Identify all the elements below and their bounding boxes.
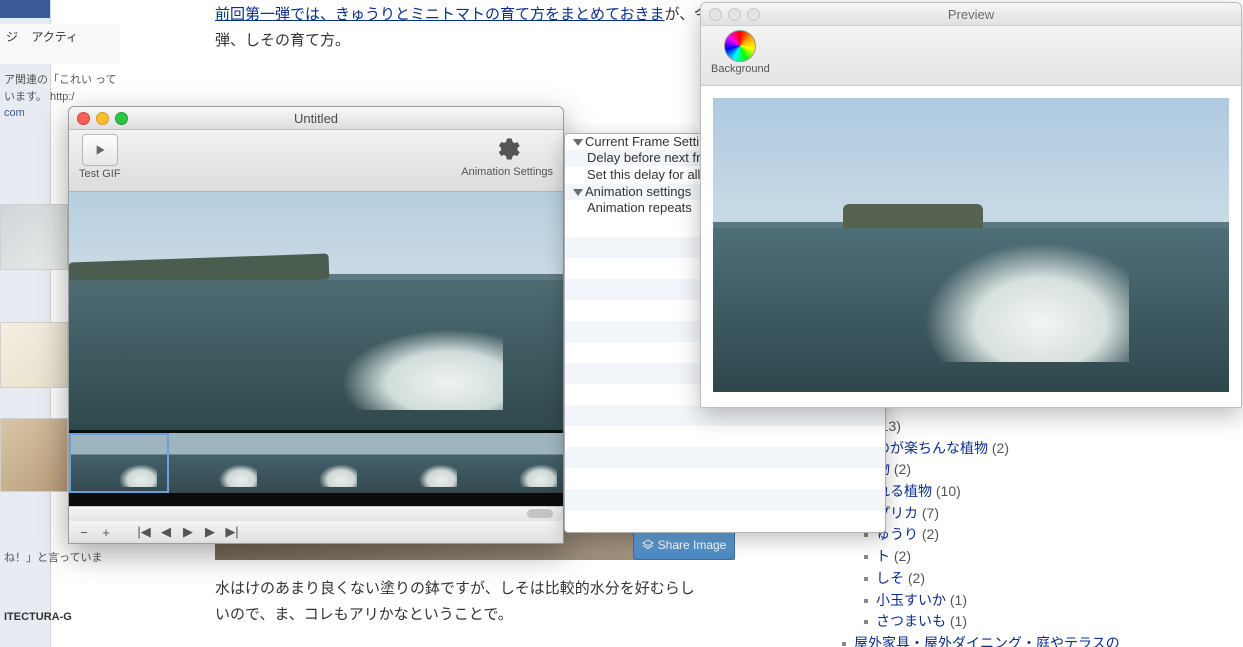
last-frame-button[interactable]: ▶| — [225, 524, 239, 540]
category-count: (2) — [988, 440, 1009, 456]
frames-scrollbar[interactable] — [69, 506, 563, 521]
category-link[interactable]: しそ — [876, 570, 904, 586]
animation-settings-button[interactable] — [492, 134, 522, 164]
play-icon — [92, 142, 108, 158]
article-intro: 前回第一弾では、きゅうりとミニトマトの育て方をまとめておきまが、今回は第二弾、し… — [215, 2, 775, 53]
category-item[interactable]: れる植物 (10) — [862, 481, 1128, 503]
titlebar[interactable]: Untitled — [69, 107, 563, 130]
empty-row — [565, 468, 885, 489]
category-count: (2) — [904, 570, 925, 586]
tab-1[interactable]: ジ — [6, 30, 18, 44]
category-item[interactable]: さつまいも (1) — [862, 611, 1128, 633]
empty-row — [565, 510, 885, 531]
playback-controls: − + |◀ ◀ ▶ ▶ ▶| — [69, 521, 563, 543]
frame-thumb[interactable] — [469, 433, 563, 493]
category-item[interactable]: のが楽ちんな植物 (2) — [862, 438, 1128, 460]
category-link[interactable]: のが楽ちんな植物 — [876, 440, 988, 456]
disclosure-icon — [573, 139, 583, 146]
preview-window: Preview Background — [700, 2, 1242, 408]
share-image-button[interactable]: Share Image — [633, 530, 735, 560]
frame-strip[interactable] — [69, 430, 563, 506]
fb-thumb-3[interactable] — [0, 418, 68, 492]
layers-icon — [642, 539, 654, 551]
tab-2[interactable]: アクティ — [31, 30, 78, 44]
scroll-thumb[interactable] — [527, 509, 553, 518]
empty-row — [565, 405, 885, 426]
category-count: (1) — [946, 613, 967, 629]
disclosure-icon — [573, 189, 583, 196]
test-gif-label: Test GIF — [79, 168, 121, 180]
category-count: (7) — [918, 505, 939, 521]
background-label: Background — [711, 63, 770, 75]
background-color-button[interactable] — [724, 30, 756, 62]
empty-row — [565, 447, 885, 468]
category-item[interactable]: 物 (2) — [862, 459, 1128, 481]
category-count: (2) — [918, 526, 939, 542]
fb-link[interactable]: com — [4, 107, 25, 119]
gif-preview-canvas — [69, 192, 563, 430]
preview-canvas — [701, 86, 1241, 408]
category-link[interactable]: 屋外家具・屋外ダイニング・庭やテラスの各種設備 — [854, 635, 1120, 647]
animation-settings-label: Animation Settings — [461, 166, 553, 178]
category-count: (2) — [890, 548, 911, 564]
category-link[interactable]: 小玉すいか — [876, 592, 946, 608]
frame-thumb[interactable] — [369, 433, 469, 493]
category-item[interactable]: ト (2) — [862, 546, 1128, 568]
category-link[interactable]: さつまいも — [876, 613, 946, 629]
category-item[interactable]: ゅうり (2) — [862, 524, 1128, 546]
next-frame-button[interactable]: ▶ — [203, 524, 217, 540]
preview-title: Preview — [701, 7, 1241, 22]
category-item[interactable]: (13) — [862, 416, 1128, 438]
article-paragraph: 水はけのあまり良くない塗りの鉢ですが、しそは比較的水分を好むらしいので、ま、コレ… — [215, 576, 695, 627]
prev-frame-button[interactable]: ◀ — [159, 524, 173, 540]
preview-image — [713, 98, 1229, 392]
empty-row — [565, 489, 885, 510]
category-item[interactable]: プリカ (7) — [862, 503, 1128, 525]
fb-header-strip — [0, 0, 50, 18]
window-title: Untitled — [69, 111, 563, 126]
preview-toolbar: Background — [701, 26, 1241, 86]
fb-snippet-2: ね！」と言っていま — [0, 545, 138, 569]
zoom-in-button[interactable]: + — [99, 525, 113, 540]
empty-row — [565, 426, 885, 447]
category-count: (1) — [946, 592, 967, 608]
first-frame-button[interactable]: |◀ — [137, 524, 151, 540]
category-count: (2) — [890, 461, 911, 477]
gear-icon — [493, 135, 521, 163]
gif-toolbar: Test GIF Animation Settings — [69, 130, 563, 192]
preview-titlebar[interactable]: Preview — [701, 3, 1241, 26]
zoom-out-button[interactable]: − — [77, 525, 91, 540]
category-item[interactable]: しそ (2) — [862, 568, 1128, 590]
frame-thumb[interactable] — [269, 433, 369, 493]
category-link[interactable]: ト — [876, 548, 890, 564]
share-label: Share Image — [658, 538, 727, 552]
category-count: (10) — [932, 483, 961, 499]
category-item[interactable]: 小玉すいか (1) — [862, 590, 1128, 612]
play-button[interactable]: ▶ — [181, 524, 195, 540]
frame-thumb[interactable] — [169, 433, 269, 493]
frame-thumb[interactable] — [69, 433, 169, 493]
browser-tabs[interactable]: ジ アクティ — [0, 24, 120, 64]
fb-thumb-2[interactable] — [0, 322, 68, 388]
category-item[interactable]: 屋外家具・屋外ダイニング・庭やテラスの各種設備 (11) — [840, 633, 1128, 647]
fb-arch-label: ITECTURA-G — [0, 607, 76, 627]
gif-editor-window: Untitled Test GIF Animation Settings − +… — [68, 106, 564, 544]
fb-thumb-1[interactable] — [0, 204, 68, 270]
article-link[interactable]: 前回第一弾では、きゅうりとミニトマトの育て方をまとめておきま — [215, 6, 665, 23]
test-gif-button[interactable] — [82, 134, 118, 166]
